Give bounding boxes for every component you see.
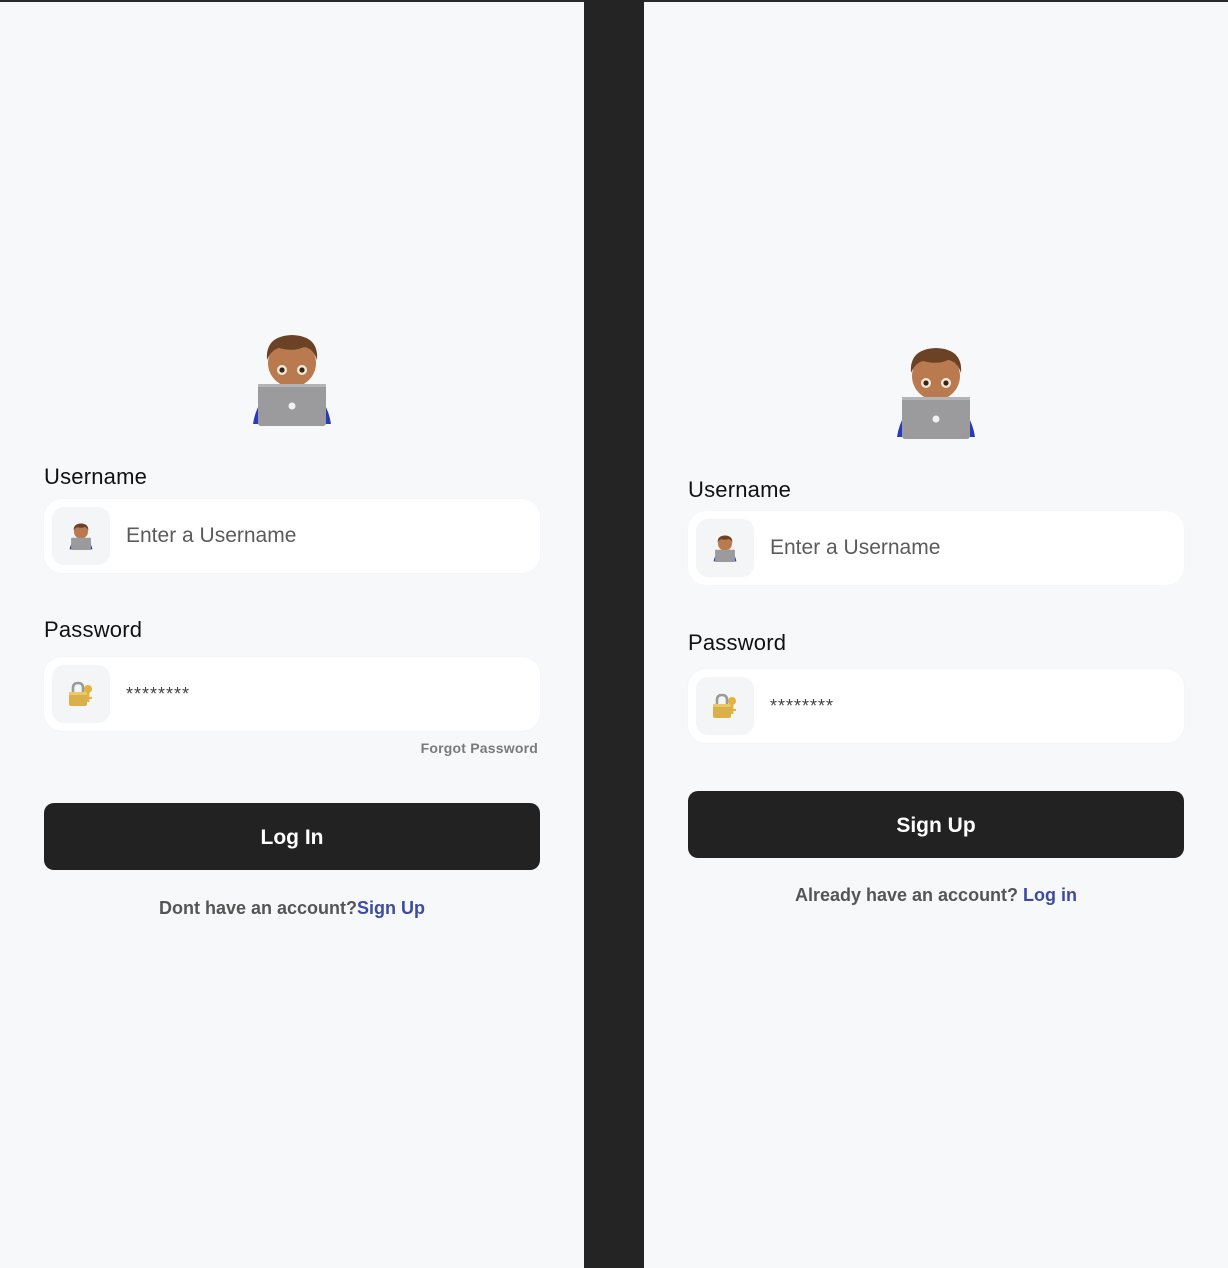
login-prompt: Already have an account? Log in [644, 885, 1228, 906]
signup-button[interactable]: Sign Up [688, 791, 1184, 858]
signup-screen: Username Password [644, 2, 1228, 1268]
login-prompt-text: Already have an account? [794, 885, 1024, 905]
password-field-icon-box [696, 677, 754, 735]
technologist-emoji-icon [249, 330, 335, 426]
username-field[interactable] [688, 511, 1184, 585]
username-field[interactable] [44, 499, 540, 573]
username-field-icon-box [696, 519, 754, 577]
password-field[interactable]: ******** [44, 657, 540, 731]
password-field-icon-box [52, 665, 110, 723]
signup-prompt: Dont have an account?Sign Up [0, 898, 584, 919]
panel-divider [584, 0, 644, 1268]
signup-link[interactable]: Sign Up [357, 898, 425, 918]
technologist-emoji-icon [893, 343, 979, 439]
username-label: Username [688, 477, 792, 502]
username-field-icon-box [52, 507, 110, 565]
login-link[interactable]: Log in [1023, 885, 1077, 905]
login-button[interactable]: Log In [44, 803, 540, 870]
technologist-emoji-icon [713, 535, 737, 562]
username-input[interactable] [770, 511, 1170, 585]
username-input[interactable] [126, 499, 526, 573]
login-screen: Username Password [0, 2, 584, 1268]
password-label: Password [688, 630, 787, 655]
technologist-emoji-icon [69, 523, 93, 550]
username-label: Username [44, 464, 148, 489]
signup-prompt-text: Dont have an account? [158, 898, 358, 918]
lock-with-key-icon [69, 681, 92, 706]
lock-with-key-icon [713, 693, 736, 718]
password-input[interactable]: ******** [770, 669, 1170, 743]
forgot-password-link[interactable]: Forgot Password [421, 740, 538, 756]
password-input[interactable]: ******** [126, 657, 526, 731]
password-label: Password [44, 617, 143, 642]
password-field[interactable]: ******** [688, 669, 1184, 743]
